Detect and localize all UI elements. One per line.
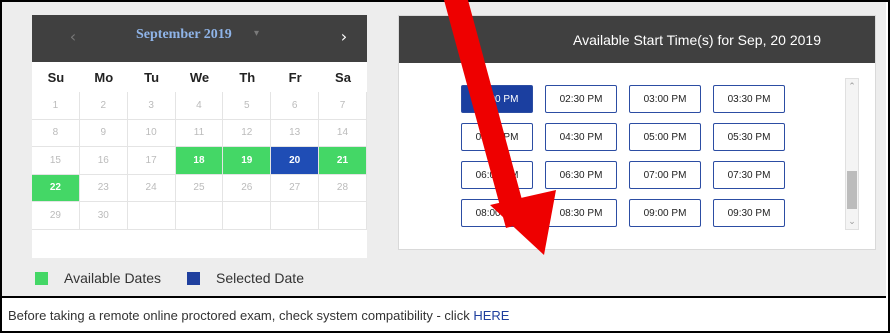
day-cell: 9 — [79, 119, 128, 147]
footer-note: Before taking a remote online proctored … — [8, 308, 509, 323]
day-cell: 2 — [79, 92, 128, 120]
time-slot-button[interactable]: 06:30 PM — [545, 161, 617, 189]
weekday-label: Fr — [288, 69, 302, 85]
month-label[interactable]: September 2019 — [136, 27, 232, 43]
day-cell: 30 — [79, 202, 128, 230]
time-scrollbar[interactable]: ⌃ ⌄ — [845, 78, 859, 230]
time-slot-button[interactable]: 07:30 PM — [713, 161, 785, 189]
day-cell: 25 — [175, 174, 224, 202]
footer-text: Before taking a remote online proctored … — [8, 308, 474, 323]
day-cell: 16 — [79, 147, 128, 175]
weekday-label: Mo — [94, 69, 114, 85]
empty-day-cell — [175, 202, 224, 230]
available-swatch — [35, 271, 48, 285]
day-cell: 4 — [175, 92, 224, 120]
compatibility-link[interactable]: HERE — [473, 308, 509, 323]
time-slot-button[interactable]: 08:30 PM — [545, 199, 617, 227]
weekday-label: Sa — [335, 69, 351, 85]
time-slot-button[interactable]: 05:00 PM — [629, 123, 701, 151]
time-slot-button[interactable]: 03:00 PM — [629, 85, 701, 113]
weekday-label: Th — [239, 69, 256, 85]
next-month-icon[interactable]: › — [333, 25, 355, 49]
chevron-down-icon[interactable]: ▾ — [254, 28, 259, 39]
time-slot-button[interactable]: 09:00 PM — [629, 199, 701, 227]
day-cell: 24 — [127, 174, 176, 202]
day-cell: 6 — [271, 92, 320, 120]
day-cell[interactable]: 19 — [223, 147, 272, 175]
calendar-grid: 1 2 3 4 5 6 7 8 9 10 11 12 13 14 15 16 17 18 19 20 21 22 23 24 2… — [32, 92, 367, 230]
day-cell: 27 — [271, 174, 320, 202]
time-panel-header: Available Start Time(s) for Sep, 20 2019 — [399, 16, 875, 63]
time-slot-grid: 02:00 PM 02:30 PM 03:00 PM 03:30 PM 04:00 PM… — [461, 85, 785, 227]
scroll-down-icon[interactable]: ⌄ — [846, 216, 858, 227]
day-cell: 28 — [319, 174, 367, 202]
empty-day-cell — [127, 202, 176, 230]
calendar-header: ‹ September 2019 ▾ › — [32, 15, 367, 62]
day-cell[interactable]: 20 — [271, 147, 320, 175]
time-slot-button[interactable]: 05:30 PM — [713, 123, 785, 151]
time-slot-button[interactable]: 02:30 PM — [545, 85, 617, 113]
weekday-label: Tu — [144, 69, 160, 85]
day-cell: 3 — [127, 92, 176, 120]
day-cell: 23 — [79, 174, 128, 202]
legend: Available Dates Selected Date — [35, 270, 304, 286]
day-cell: 26 — [223, 174, 272, 202]
day-cell: 15 — [32, 147, 80, 175]
calendar: ‹ September 2019 ▾ › Su Mo Tu We Th Fr Sa 1234… — [32, 15, 367, 258]
weekday-label: We — [189, 69, 210, 85]
day-cell[interactable]: 22 — [32, 174, 80, 202]
empty-day-cell — [223, 202, 272, 230]
weekday-label: Su — [47, 69, 65, 85]
selected-swatch — [187, 271, 201, 285]
time-slot-button[interactable]: 06:00 PM — [461, 161, 533, 189]
day-cell[interactable]: 18 — [175, 147, 224, 175]
day-cell: 10 — [127, 119, 176, 147]
scroll-up-icon[interactable]: ⌃ — [846, 81, 858, 92]
time-slot-button[interactable]: 07:00 PM — [629, 161, 701, 189]
time-slot-button[interactable]: 03:30 PM — [713, 85, 785, 113]
time-slot-button[interactable]: 04:00 PM — [461, 123, 533, 151]
time-panel: Available Start Time(s) for Sep, 20 2019… — [398, 15, 876, 250]
scroll-thumb[interactable] — [847, 171, 857, 209]
day-cell: 5 — [223, 92, 272, 120]
time-slot-button[interactable]: 08:00 PM — [461, 199, 533, 227]
day-cell: 29 — [32, 202, 80, 230]
time-slot-button[interactable]: 09:30 PM — [713, 199, 785, 227]
day-cell: 14 — [319, 119, 367, 147]
legend-selected-label: Selected Date — [216, 270, 304, 286]
day-cell: 7 — [319, 92, 367, 120]
day-cell: 17 — [127, 147, 176, 175]
empty-day-cell — [319, 202, 367, 230]
weekday-header: Su Mo Tu We Th Fr Sa — [32, 62, 367, 92]
day-cell: 13 — [271, 119, 320, 147]
legend-available-label: Available Dates — [64, 270, 162, 286]
time-slot-button[interactable]: 02:00 PM — [461, 85, 533, 113]
day-cell: 12 — [223, 119, 272, 147]
empty-day-cell — [271, 202, 320, 230]
day-cell: 8 — [32, 119, 80, 147]
day-cell[interactable]: 21 — [319, 147, 367, 175]
day-cell: 1 — [32, 92, 80, 120]
divider — [2, 296, 886, 298]
prev-month-icon[interactable]: ‹ — [62, 25, 84, 49]
time-slot-button[interactable]: 04:30 PM — [545, 123, 617, 151]
day-cell: 11 — [175, 119, 224, 147]
